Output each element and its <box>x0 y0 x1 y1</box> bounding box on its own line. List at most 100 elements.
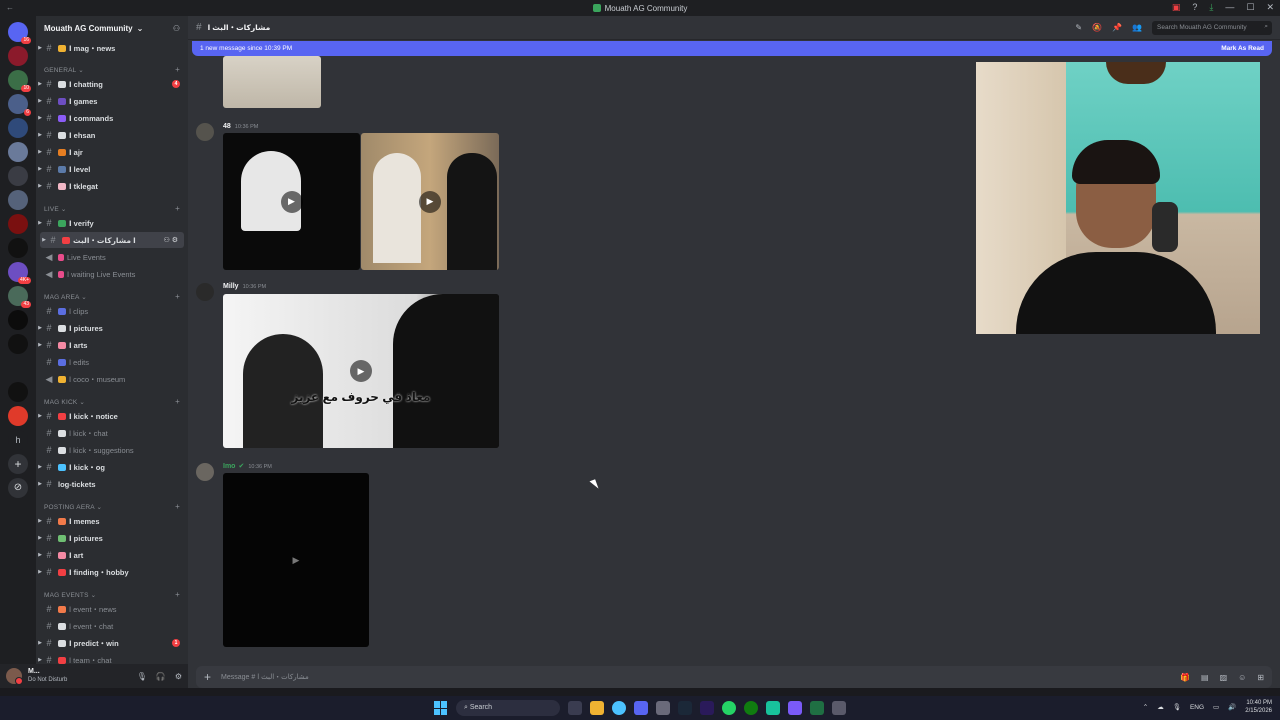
chevron-up-icon[interactable]: ⌃ <box>1143 703 1148 711</box>
author-name[interactable]: 48 <box>223 123 231 130</box>
server-icon[interactable] <box>8 334 28 354</box>
server-icon[interactable] <box>8 46 28 66</box>
windows-start-icon[interactable] <box>434 701 448 715</box>
browser-icon[interactable] <box>612 701 626 715</box>
server-header[interactable]: Mouath AG Community ⌄ ⚇ <box>36 16 188 40</box>
channel-item[interactable]: ▶ # ا verify <box>36 215 186 231</box>
sticker-icon[interactable]: ▨ <box>1220 673 1228 682</box>
download-icon[interactable]: ⤓ <box>1209 2 1213 13</box>
category-header[interactable]: MAG KICK ⌄ + <box>44 397 180 406</box>
xbox-icon[interactable] <box>744 701 758 715</box>
channel-item[interactable]: # ا event・news <box>36 601 186 617</box>
message-input[interactable]: Message # مشاركات・البث ا <box>221 672 309 682</box>
taskbar-clock[interactable]: 10:40 PM 2/15/2026 <box>1245 699 1272 715</box>
server-icon[interactable] <box>8 190 28 210</box>
play-icon[interactable]: ▶ <box>280 190 303 213</box>
server-icon[interactable] <box>8 406 28 426</box>
add-channel-icon[interactable]: + <box>175 397 180 406</box>
app-icon[interactable] <box>766 701 780 715</box>
channel-item[interactable]: ▶ # ا team・chat <box>36 652 186 664</box>
channel-item[interactable]: ▶ # ا pictures <box>36 320 186 336</box>
app-icon[interactable] <box>656 701 670 715</box>
steam-icon[interactable] <box>678 701 692 715</box>
minimize-icon[interactable]: — <box>1225 2 1234 13</box>
volume-icon[interactable]: 🔊 <box>1228 703 1236 711</box>
emoji-icon[interactable]: ☺ <box>1238 673 1246 682</box>
discover-icon[interactable]: ⊘ <box>8 478 28 498</box>
network-icon[interactable]: ▭ <box>1213 703 1219 711</box>
add-channel-icon[interactable]: + <box>175 502 180 511</box>
gif-icon[interactable]: ▤ <box>1201 673 1209 682</box>
add-server-icon[interactable]: + <box>8 454 28 474</box>
channel-item[interactable]: ▶ # ا mag・news <box>36 40 186 56</box>
add-channel-icon[interactable]: + <box>175 292 180 301</box>
server-icon[interactable] <box>8 118 28 138</box>
server-icon[interactable]: 6 <box>8 94 31 116</box>
server-icon[interactable] <box>8 142 28 162</box>
server-icon[interactable] <box>8 166 28 186</box>
category-header[interactable]: POSTING AERA ⌄ + <box>44 502 180 511</box>
play-icon[interactable]: ▶ <box>285 549 307 571</box>
notification-bell-icon[interactable]: 🔕 <box>1092 23 1102 32</box>
server-icon[interactable]: h <box>8 430 28 450</box>
video-attachment[interactable]: ▶ <box>361 133 499 270</box>
channel-item[interactable]: ◀ ا coco・museum <box>36 371 186 387</box>
channel-item[interactable]: # ا edits <box>36 354 186 370</box>
channel-item[interactable]: ▶ # ا art <box>36 547 186 563</box>
channel-item[interactable]: ▶ # ا ehsan <box>36 127 186 143</box>
channel-item[interactable]: ▶ # ا kick・og <box>36 459 186 475</box>
user-info[interactable]: M... Do Not Disturb <box>28 668 67 684</box>
new-messages-banner[interactable]: 1 new message since 10:39 PM Mark As Rea… <box>192 41 1272 56</box>
file-explorer-icon[interactable] <box>590 701 604 715</box>
category-header[interactable]: LIVE ⌄ + <box>44 204 180 213</box>
server-icon[interactable] <box>8 310 28 330</box>
settings-icon[interactable] <box>832 701 846 715</box>
category-header[interactable]: GENERAL ⌄ + <box>44 65 180 74</box>
discord-icon[interactable] <box>634 701 648 715</box>
channel-item[interactable]: # ا kick・suggestions <box>36 442 186 458</box>
member-list-icon[interactable]: 👥 <box>1132 23 1142 32</box>
gear-icon[interactable]: ⚙ <box>175 672 182 681</box>
avatar[interactable] <box>196 463 214 481</box>
play-icon[interactable]: ▶ <box>350 360 372 382</box>
threads-icon[interactable]: ✎ <box>1075 23 1082 32</box>
category-header[interactable]: MAG EVENTS ⌄ + <box>44 590 180 599</box>
maximize-icon[interactable]: ☐ <box>1246 2 1254 13</box>
channel-item[interactable]: ▶ # ا pictures <box>36 530 186 546</box>
add-member-icon[interactable]: ⚇ <box>173 24 180 33</box>
language-indicator[interactable]: ENG <box>1190 704 1204 711</box>
screen-share-icon[interactable]: ▣ <box>1172 2 1181 13</box>
server-icon[interactable]: 10 <box>8 70 31 92</box>
channel-item-selected[interactable]: ▶ # ا مشاركات・البث ⚇ ⚙ <box>40 232 184 248</box>
add-channel-icon[interactable]: + <box>175 204 180 213</box>
whatsapp-icon[interactable] <box>722 701 736 715</box>
add-channel-icon[interactable]: + <box>175 590 180 599</box>
server-icon[interactable] <box>8 382 28 402</box>
channel-item[interactable]: ▶ # log-tickets <box>36 476 186 492</box>
add-channel-icon[interactable]: + <box>175 65 180 74</box>
server-icon[interactable]: 43 <box>8 286 31 308</box>
avatar[interactable] <box>6 668 23 685</box>
excel-icon[interactable] <box>810 701 824 715</box>
channel-settings-icon[interactable]: ⚇ ⚙ <box>164 236 179 244</box>
server-icon[interactable]: 4K+ <box>8 262 31 284</box>
channel-item[interactable]: # ا clips <box>36 303 186 319</box>
channel-item[interactable]: ◀ Live Events <box>36 249 186 265</box>
channel-item[interactable]: ▶ # ا ajr <box>36 144 186 160</box>
mark-as-read-button[interactable]: Mark As Read <box>1221 45 1264 52</box>
author-name[interactable]: Milly <box>223 283 239 290</box>
channel-item[interactable]: ◀ ا waiting Live Events <box>36 266 186 282</box>
play-icon[interactable]: ▶ <box>419 190 441 213</box>
category-header[interactable]: MAG AREA ⌄ + <box>44 292 180 301</box>
gift-icon[interactable]: 🎁 <box>1180 673 1190 682</box>
mic-icon[interactable]: 🎙 <box>1173 703 1181 711</box>
microphone-icon[interactable]: 🎙 <box>137 672 147 681</box>
apps-icon[interactable]: ⊞ <box>1257 673 1264 682</box>
channel-item[interactable]: ▶ # ا kick・notice <box>36 408 186 424</box>
cloud-icon[interactable]: ☁ <box>1157 703 1164 711</box>
video-attachment[interactable]: ▶ معاذ في حروف مع عزيز <box>223 294 499 448</box>
avatar[interactable] <box>196 283 214 301</box>
task-view-icon[interactable] <box>568 701 582 715</box>
channel-item[interactable]: ▶ # ا level <box>36 161 186 177</box>
channel-item[interactable]: # ا kick・chat <box>36 425 186 441</box>
